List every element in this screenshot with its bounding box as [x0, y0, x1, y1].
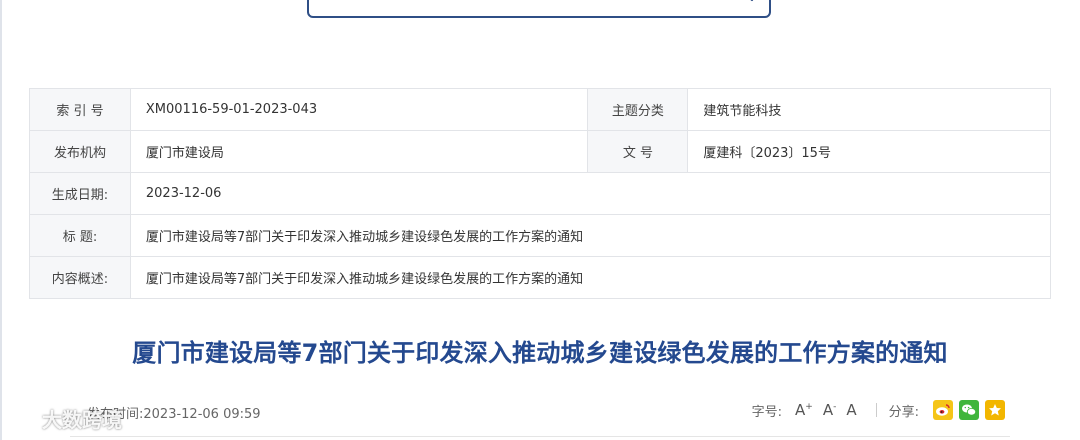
- table-row: 发布机构 厦门市建设局 文 号 厦建科〔2023〕15号: [29, 130, 1051, 173]
- watermark-logo-icon: [11, 411, 41, 426]
- divider: [70, 436, 1010, 437]
- wechat-icon[interactable]: [959, 400, 979, 420]
- font-size-increase-button[interactable]: A+: [795, 401, 813, 419]
- font-size-decrease-sup: -: [833, 402, 837, 412]
- watermark: 大数跨境: [8, 404, 122, 433]
- date-value: 2023-12-06: [129, 172, 1052, 215]
- font-size-decrease-text: A: [822, 401, 834, 419]
- search-icon[interactable]: [733, 0, 755, 4]
- watermark-text: 大数跨境: [42, 408, 122, 432]
- table-row: 索 引 号 XM00116-59-01-2023-043 主题分类 建筑节能科技: [29, 88, 1051, 131]
- weibo-icon[interactable]: [933, 400, 953, 420]
- favorite-icon[interactable]: [985, 400, 1005, 420]
- issuer-value: 厦门市建设局: [129, 130, 589, 173]
- left-border: [0, 0, 2, 440]
- article-toolbar: 字号: A+ A- A 分享:: [752, 400, 1005, 420]
- publish-time-value: 2023-12-06 09:59: [143, 407, 261, 422]
- font-size-increase-text: A: [795, 401, 806, 419]
- page-title: 厦门市建设局等7部门关于印发深入推动城乡建设绿色发展的工作方案的通知: [132, 339, 948, 367]
- issuer-label: 发布机构: [29, 130, 131, 173]
- search-input[interactable]: [307, 0, 771, 18]
- summary-value: 厦门市建设局等7部门关于印发深入推动城乡建设绿色发展的工作方案的通知: [129, 256, 1052, 299]
- index-number-value: XM00116-59-01-2023-043: [129, 88, 589, 131]
- document-number-label: 文 号: [587, 130, 689, 173]
- title-value: 厦门市建设局等7部门关于印发深入推动城乡建设绿色发展的工作方案的通知: [129, 214, 1052, 257]
- topic-category-label: 主题分类: [587, 88, 689, 131]
- topic-category-value: 建筑节能科技: [687, 88, 1051, 131]
- share-label: 分享:: [888, 404, 919, 420]
- document-number-value: 厦建科〔2023〕15号: [687, 130, 1051, 173]
- font-size-increase-sup: +: [805, 402, 813, 412]
- toolbar-divider: [875, 403, 877, 417]
- date-label: 生成日期:: [29, 172, 131, 215]
- table-row: 标 题: 厦门市建设局等7部门关于印发深入推动城乡建设绿色发展的工作方案的通知: [29, 214, 1052, 257]
- summary-label: 内容概述:: [29, 256, 131, 299]
- table-row: 内容概述: 厦门市建设局等7部门关于印发深入推动城乡建设绿色发展的工作方案的通知: [29, 256, 1052, 299]
- font-size-label: 字号:: [751, 404, 783, 420]
- font-size-decrease-button[interactable]: A-: [823, 401, 837, 419]
- document-meta-table: 索 引 号 XM00116-59-01-2023-043 主题分类 建筑节能科技…: [29, 88, 1052, 299]
- index-number-label: 索 引 号: [29, 88, 131, 131]
- title-label: 标 题:: [29, 214, 131, 257]
- font-size-default-button[interactable]: A: [846, 401, 856, 419]
- table-row: 生成日期: 2023-12-06: [29, 172, 1052, 215]
